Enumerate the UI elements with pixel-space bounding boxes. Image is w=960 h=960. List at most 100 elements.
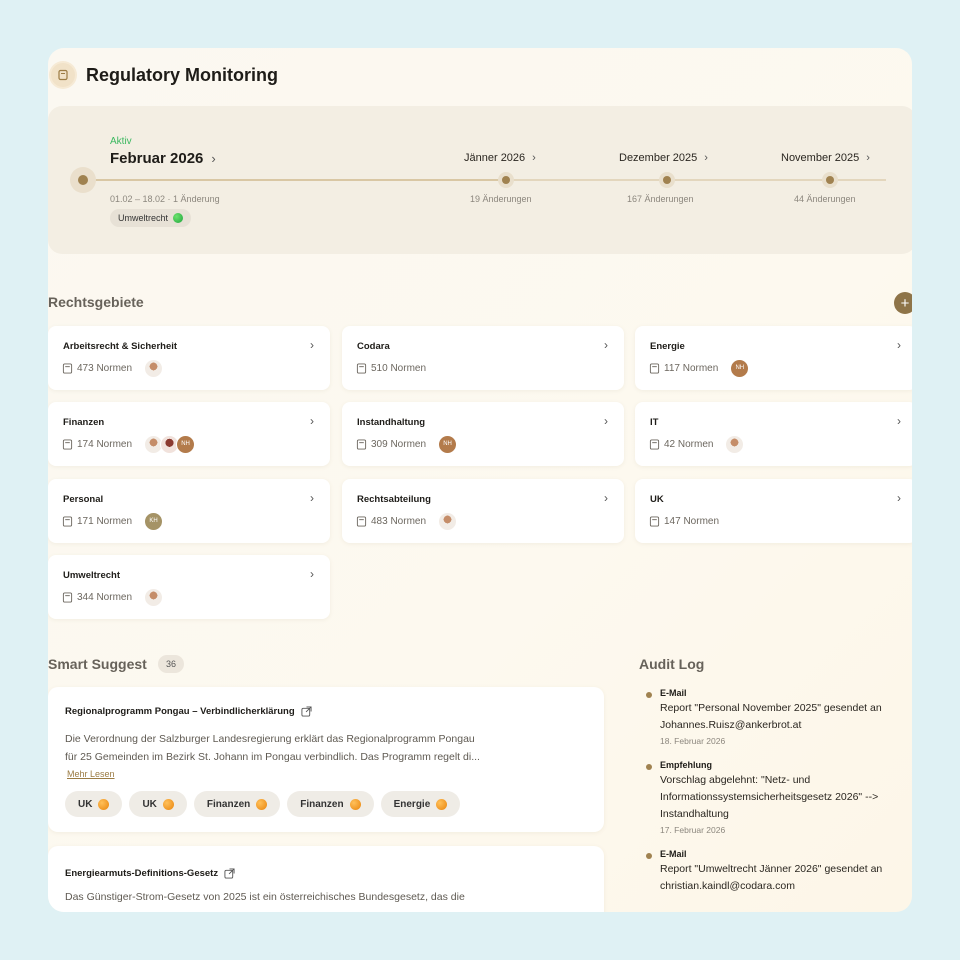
area-meta: 309 Normen NH xyxy=(356,434,458,454)
avatar: NH xyxy=(438,434,458,454)
month-count: 19 Änderungen xyxy=(470,194,532,204)
area-card[interactable]: Codara › 510 Normen xyxy=(342,326,624,390)
area-card[interactable]: IT › 42 Normen xyxy=(635,402,912,466)
chevron-right-icon: › xyxy=(897,338,901,352)
description-line: Die Verordnung der Salzburger Landesregi… xyxy=(65,733,475,745)
current-month-link[interactable]: Februar 2026 › xyxy=(110,150,216,167)
month-link-jan-2026[interactable]: Jänner 2026 › xyxy=(464,152,536,164)
area-card[interactable]: Instandhaltung › 309 Normen NH xyxy=(342,402,624,466)
audit-date: 18. Februar 2026 xyxy=(660,736,726,746)
add-area-button[interactable]: + xyxy=(894,292,912,314)
document-icon xyxy=(356,438,367,450)
area-card[interactable]: Arbeitsrecht & Sicherheit › 473 Normen xyxy=(48,326,330,390)
external-link-icon[interactable] xyxy=(301,706,312,717)
chevron-right-icon: › xyxy=(211,151,216,166)
audit-line: Vorschlag abgelehnt: "Netz- und xyxy=(660,774,811,786)
avatar-group: NH xyxy=(144,434,196,454)
chevron-right-icon: › xyxy=(897,414,901,428)
area-card[interactable]: UK › 147 Normen xyxy=(635,479,912,543)
document-icon xyxy=(356,515,367,527)
area-chip[interactable]: UK xyxy=(129,791,187,817)
area-meta: 147 Normen xyxy=(649,511,719,531)
area-card[interactable]: Personal › 171 Normen KH xyxy=(48,479,330,543)
status-dot-icon xyxy=(349,798,361,810)
area-meta: 473 Normen xyxy=(62,358,164,378)
app-window: Regulatory Monitoring Aktiv Februar 2026… xyxy=(48,48,912,912)
audit-type: Empfehlung xyxy=(660,760,712,770)
chevron-right-icon: › xyxy=(310,414,314,428)
area-card[interactable]: Umweltrecht › 344 Normen xyxy=(48,555,330,619)
status-dot-icon xyxy=(436,798,448,810)
audit-line: Report "Umweltrecht Jänner 2026" gesende… xyxy=(660,863,883,875)
read-more-link[interactable]: Mehr Lesen xyxy=(67,769,115,779)
header: Regulatory Monitoring xyxy=(48,62,278,88)
audit-type: E-Mail xyxy=(660,849,687,859)
audit-entry: Empfehlung Vorschlag abgelehnt: "Netz- u… xyxy=(646,760,912,835)
area-card[interactable]: Rechtsabteilung › 483 Normen xyxy=(342,479,624,543)
suggestion-title[interactable]: Energiearmuts-Definitions-Gesetz xyxy=(65,868,235,879)
audit-line: Report "Personal November 2025" gesendet… xyxy=(660,702,882,714)
status-label: Aktiv xyxy=(110,136,132,147)
timeline-node-current[interactable] xyxy=(70,167,96,193)
status-dot-icon xyxy=(256,798,268,810)
chevron-right-icon: › xyxy=(310,338,314,352)
suggestion-title-text: Energiearmuts-Definitions-Gesetz xyxy=(65,868,219,879)
current-month-range: 01.02 – 18.02 · 1 Änderung xyxy=(110,194,220,204)
area-tag-label: Umweltrecht xyxy=(118,213,169,223)
month-label: November 2025 xyxy=(781,152,860,164)
document-icon xyxy=(62,591,73,603)
norm-count: 473 Normen xyxy=(77,362,133,374)
area-meta: 42 Normen xyxy=(649,434,745,454)
area-chip[interactable]: Finanzen xyxy=(287,791,374,817)
suggestion-card[interactable]: Energiearmuts-Definitions-Gesetz Das Gün… xyxy=(48,846,604,912)
area-meta: 174 Normen NH xyxy=(62,434,196,454)
suggestion-card[interactable]: Regionalprogramm Pongau – Verbindlicherk… xyxy=(48,687,604,832)
audit-line: christian.kaindl@codara.com xyxy=(660,880,795,892)
document-icon xyxy=(649,515,660,527)
status-dot-icon xyxy=(173,213,184,223)
area-card[interactable]: Energie › 117 Normen NH xyxy=(635,326,912,390)
area-meta: 117 Normen NH xyxy=(649,358,750,378)
area-chip[interactable]: Finanzen xyxy=(193,791,281,817)
area-chip[interactable]: Energie xyxy=(380,791,461,817)
suggestion-title[interactable]: Regionalprogramm Pongau – Verbindlicherk… xyxy=(65,706,312,717)
chevron-right-icon: › xyxy=(310,567,314,581)
chevron-right-icon: › xyxy=(532,152,536,164)
page-title: Regulatory Monitoring xyxy=(86,64,278,85)
area-chip[interactable]: UK xyxy=(65,791,123,817)
audit-line: Instandhaltung xyxy=(660,808,729,820)
area-name: Instandhaltung xyxy=(357,417,426,428)
external-link-icon[interactable] xyxy=(224,868,235,879)
avatar xyxy=(438,511,458,531)
suggestion-title-text: Regionalprogramm Pongau – Verbindlicherk… xyxy=(65,706,295,717)
audit-line: Johannes.Ruisz@ankerbrot.at xyxy=(660,719,802,731)
month-count: 44 Änderungen xyxy=(794,194,856,204)
area-card[interactable]: Finanzen › 174 Normen NH xyxy=(48,402,330,466)
timeline-node[interactable] xyxy=(659,172,675,188)
document-icon xyxy=(649,362,660,374)
chevron-right-icon: › xyxy=(604,338,608,352)
chip-label: Finanzen xyxy=(300,798,344,810)
avatar-group xyxy=(144,358,164,378)
chip-label: UK xyxy=(142,798,157,810)
avatar: NH xyxy=(730,358,750,378)
area-tag[interactable]: Umweltrecht xyxy=(110,209,192,227)
timeline-node[interactable] xyxy=(822,172,838,188)
month-link-nov-2025[interactable]: November 2025 › xyxy=(781,152,870,164)
month-link-dec-2025[interactable]: Dezember 2025 › xyxy=(619,152,708,164)
audit-date: 17. Februar 2026 xyxy=(660,825,726,835)
month-timeline: Aktiv Februar 2026 › 01.02 – 18.02 · 1 Ä… xyxy=(48,106,912,254)
area-name: Arbeitsrecht & Sicherheit xyxy=(63,341,178,352)
avatar-group xyxy=(438,511,458,531)
avatar-group: KH xyxy=(144,511,164,531)
document-icon xyxy=(649,438,660,450)
suggestion-chips: UK UK Finanzen Finanzen Energie xyxy=(65,791,461,817)
norm-count: 42 Normen xyxy=(664,438,714,450)
timeline-node[interactable] xyxy=(498,172,514,188)
area-name: Finanzen xyxy=(63,417,105,428)
avatar xyxy=(725,434,745,454)
area-name: IT xyxy=(650,417,659,428)
current-month-label: Februar 2026 xyxy=(110,150,204,167)
avatar: NH xyxy=(176,434,196,454)
norm-count: 483 Normen xyxy=(371,515,427,527)
